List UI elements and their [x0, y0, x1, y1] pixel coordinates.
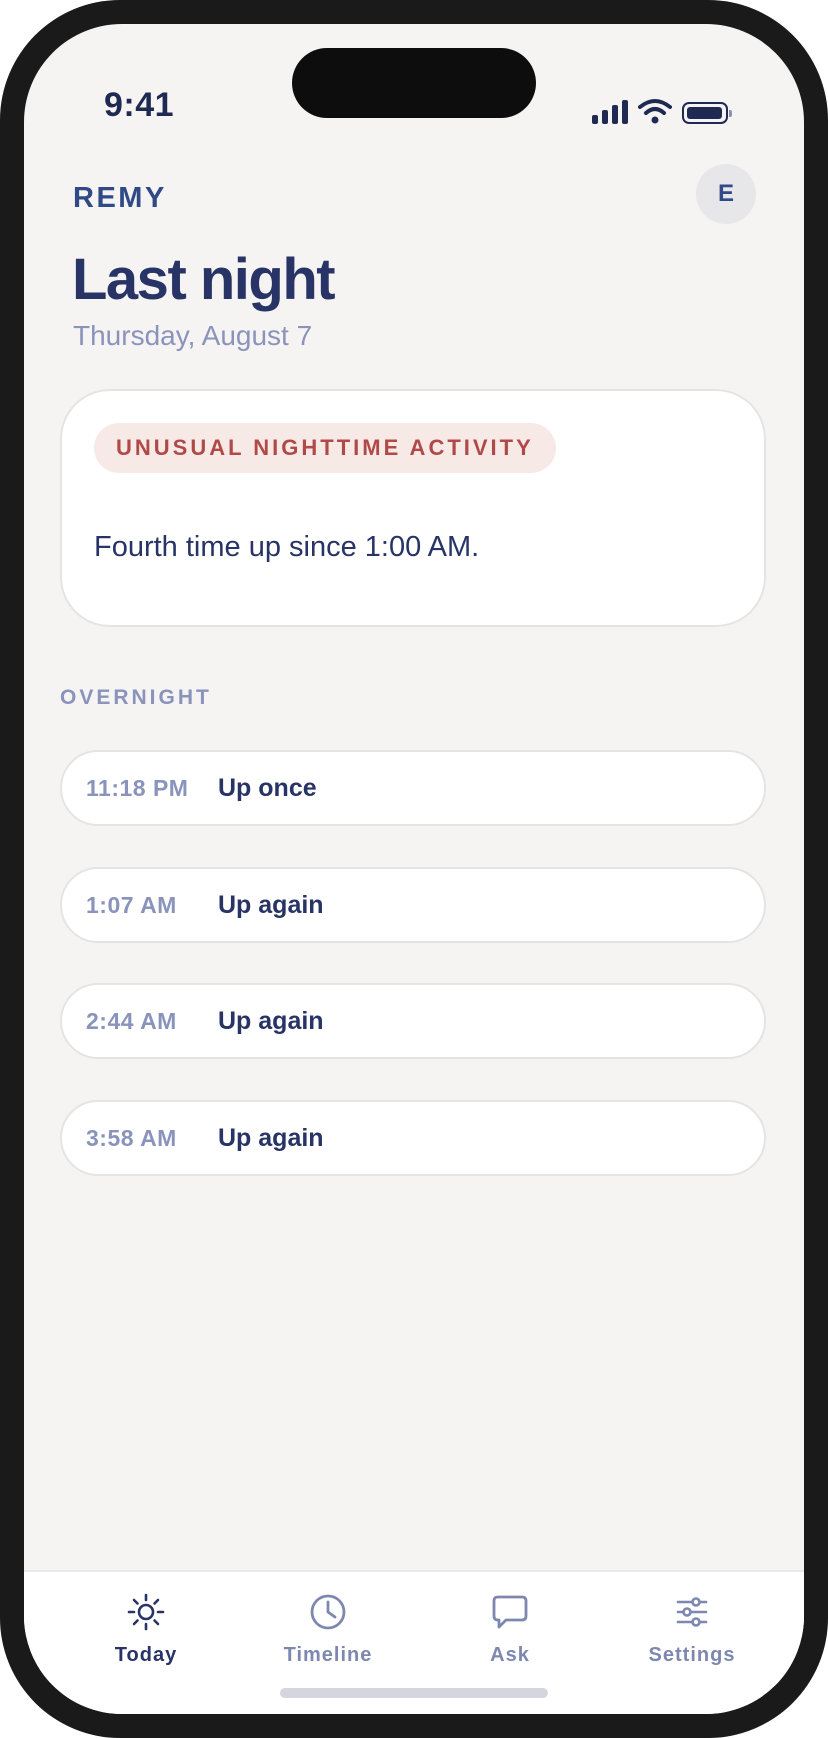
chat-bubble-icon [492, 1595, 528, 1629]
section-label-overnight: OVERNIGHT [60, 686, 212, 709]
event-time: 3:58 AM [86, 1124, 177, 1151]
event-row[interactable]: 11:18 PM Up once [60, 750, 766, 826]
alert-badge: UNUSUAL NIGHTTIME ACTIVITY [94, 423, 556, 473]
event-row[interactable]: 2:44 AM Up again [60, 983, 766, 1059]
sliders-icon [676, 1597, 708, 1627]
status-bar-icons [592, 96, 732, 124]
event-description: Up again [218, 890, 324, 919]
tab-settings[interactable]: Settings [612, 1592, 772, 1667]
tab-timeline[interactable]: Timeline [248, 1592, 408, 1667]
signal-icon [592, 100, 628, 124]
clock-icon [310, 1594, 346, 1630]
event-description: Up again [218, 1123, 324, 1152]
wifi-icon [638, 99, 672, 124]
page-date: Thursday, August 7 [73, 320, 313, 351]
event-description: Up once [218, 773, 317, 802]
avatar[interactable]: E [696, 164, 756, 224]
tab-today[interactable]: Today [66, 1592, 226, 1667]
phone-bezel: 9:41 REMY E Last night Thursday, August … [0, 0, 828, 1738]
event-time: 1:07 AM [86, 891, 177, 918]
tab-ask[interactable]: Ask [430, 1592, 590, 1667]
sun-icon [127, 1593, 165, 1631]
tab-label: Today [114, 1644, 178, 1666]
alert-card[interactable]: UNUSUAL NIGHTTIME ACTIVITY Fourth time u… [60, 389, 766, 627]
tab-label: Timeline [283, 1644, 373, 1666]
tab-label: Settings [648, 1644, 736, 1666]
tab-label: Ask [490, 1644, 530, 1666]
event-row[interactable]: 1:07 AM Up again [60, 867, 766, 943]
event-time: 11:18 PM [86, 774, 189, 801]
event-row[interactable]: 3:58 AM Up again [60, 1100, 766, 1176]
dynamic-island [292, 48, 536, 118]
app-brand: REMY [73, 182, 167, 214]
page-title: Last night [72, 247, 336, 312]
home-indicator[interactable] [280, 1688, 548, 1698]
event-time: 2:44 AM [86, 1007, 177, 1034]
status-bar-time: 9:41 [104, 86, 175, 124]
battery-icon [682, 102, 732, 124]
alert-message: Fourth time up since 1:00 AM. [94, 531, 480, 563]
phone-screen: 9:41 REMY E Last night Thursday, August … [24, 24, 804, 1714]
event-description: Up again [218, 1006, 324, 1035]
